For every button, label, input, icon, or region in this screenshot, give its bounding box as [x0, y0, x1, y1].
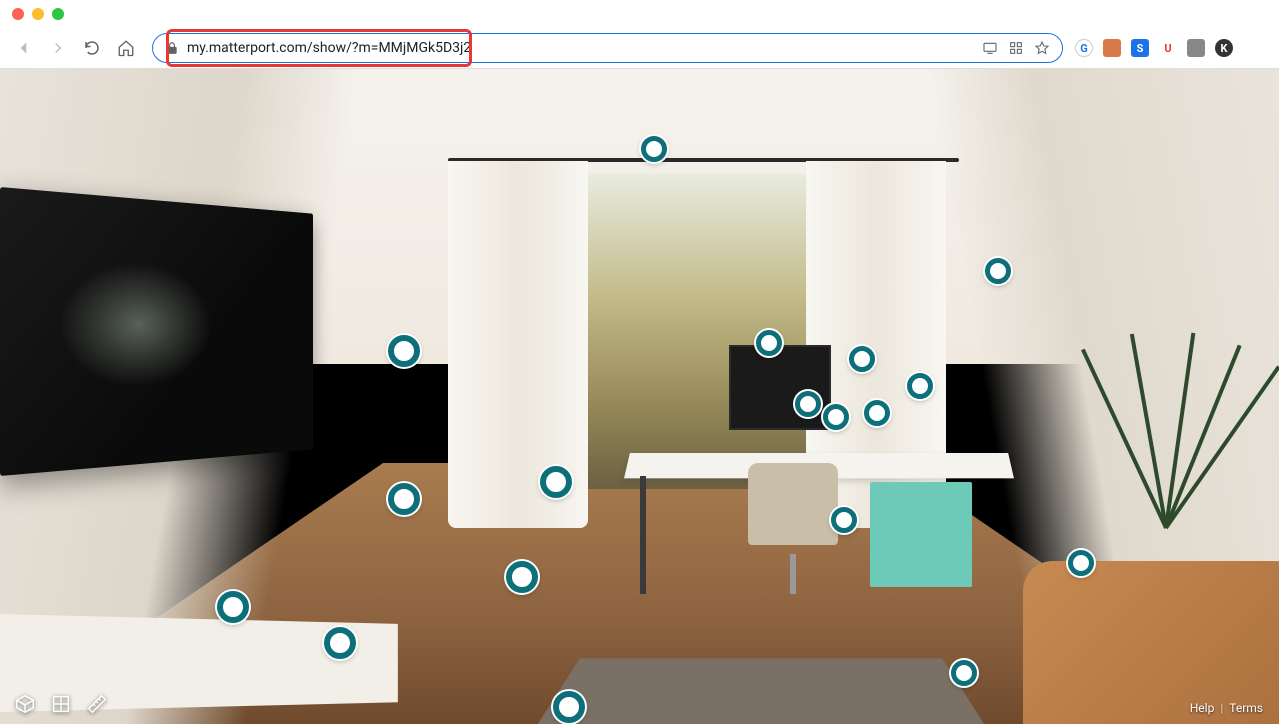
home-icon: [117, 39, 135, 57]
extension-icon-2[interactable]: S: [1131, 39, 1149, 57]
hotspot-16[interactable]: [1068, 550, 1094, 576]
maximize-window-button[interactable]: [52, 8, 64, 20]
extensions-tray: G SU K: [1075, 39, 1269, 57]
extension-icon-4[interactable]: [1187, 39, 1205, 57]
window-titlebar: [0, 0, 1279, 28]
hotspot-2[interactable]: [388, 483, 420, 515]
extension-icon-0[interactable]: G: [1075, 39, 1093, 57]
url-input[interactable]: [187, 40, 974, 56]
floorplan-view-button[interactable]: [50, 693, 72, 715]
hotspot-12[interactable]: [864, 400, 890, 426]
measure-button[interactable]: [86, 693, 108, 715]
hotspot-1[interactable]: [388, 335, 420, 367]
address-bar-actions: [982, 40, 1050, 56]
hotspot-14[interactable]: [831, 507, 857, 533]
hotspot-6[interactable]: [506, 561, 538, 593]
footer-separator: |: [1220, 701, 1223, 715]
terms-link[interactable]: Terms: [1229, 701, 1263, 715]
window-controls: [12, 8, 64, 20]
matterport-viewer[interactable]: Help | Terms: [0, 69, 1279, 724]
extension-icon-1[interactable]: [1103, 39, 1121, 57]
hotspot-17[interactable]: [951, 660, 977, 686]
browser-chrome: G SU K: [0, 0, 1279, 69]
back-button[interactable]: [10, 34, 38, 62]
minimize-window-button[interactable]: [32, 8, 44, 20]
extension-icon-5[interactable]: K: [1215, 39, 1233, 57]
hotspot-9[interactable]: [795, 391, 821, 417]
home-button[interactable]: [112, 34, 140, 62]
reload-icon: [83, 39, 101, 57]
grid-icon[interactable]: [1008, 40, 1024, 56]
hotspot-0[interactable]: [641, 136, 667, 162]
dollhouse-view-button[interactable]: [14, 693, 36, 715]
browser-toolbar: G SU K: [0, 28, 1279, 68]
close-window-button[interactable]: [12, 8, 24, 20]
screencast-icon[interactable]: [982, 40, 998, 56]
star-icon[interactable]: [1034, 40, 1050, 56]
forward-button[interactable]: [44, 34, 72, 62]
help-link[interactable]: Help: [1190, 701, 1215, 715]
extension-icon-6[interactable]: [1243, 39, 1261, 57]
arrow-left-icon: [15, 39, 33, 57]
hotspot-3[interactable]: [540, 466, 572, 498]
hotspot-13[interactable]: [907, 373, 933, 399]
hotspot-11[interactable]: [823, 404, 849, 430]
viewer-controls-left: [14, 693, 108, 715]
hotspot-10[interactable]: [849, 346, 875, 372]
address-bar[interactable]: [152, 33, 1063, 63]
address-bar-container: [152, 33, 1063, 63]
hotspot-5[interactable]: [324, 627, 356, 659]
hotspot-15[interactable]: [985, 258, 1011, 284]
room-scene: [0, 69, 1279, 724]
hotspot-4[interactable]: [217, 591, 249, 623]
hotspot-8[interactable]: [756, 330, 782, 356]
arrow-right-icon: [49, 39, 67, 57]
lock-icon: [165, 41, 179, 55]
reload-button[interactable]: [78, 34, 106, 62]
hotspot-7[interactable]: [553, 691, 585, 723]
viewer-footer-links: Help | Terms: [1190, 701, 1263, 715]
extension-icon-3[interactable]: U: [1159, 39, 1177, 57]
